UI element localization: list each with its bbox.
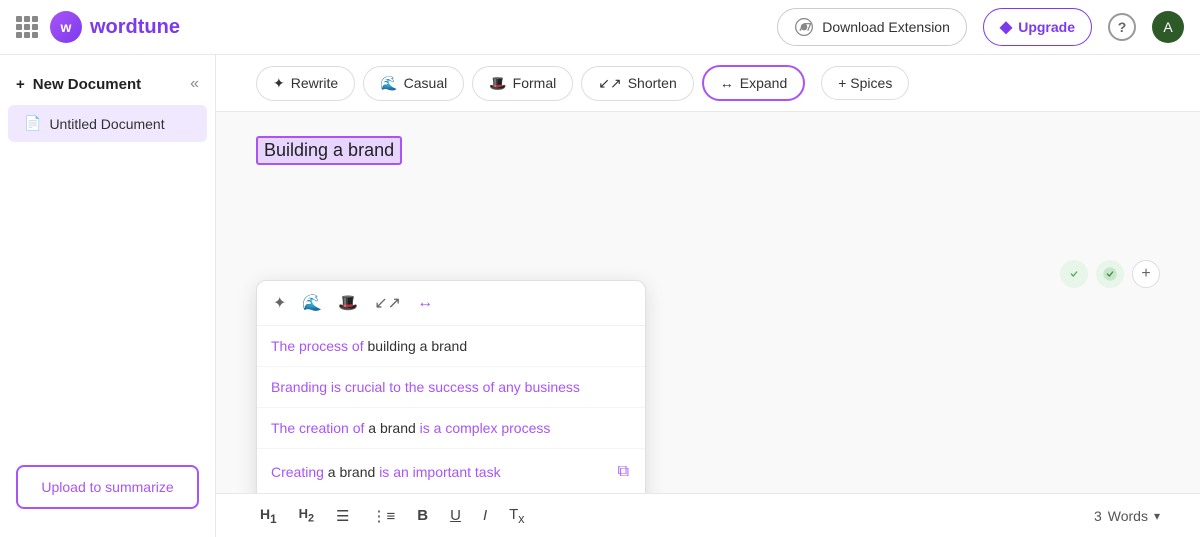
formal-label: Formal [513, 75, 557, 91]
editor-side-icons: + [1060, 260, 1160, 288]
rewrite-icon: ✦ [273, 75, 285, 92]
rewrite-label: Rewrite [291, 75, 338, 91]
chrome-icon [794, 17, 814, 37]
header-left: w wordtune [16, 11, 180, 43]
h1-button[interactable]: H1 [256, 504, 281, 528]
italic-button[interactable]: I [479, 505, 491, 526]
formal-button[interactable]: 🎩 Formal [472, 66, 573, 101]
shorten-icon: ↙↗ [598, 75, 621, 92]
copy-button[interactable]: ⧉ [616, 461, 631, 483]
suggestion-item-1[interactable]: The process of building a brand [257, 326, 645, 367]
sidebar-bottom: Upload to summarize [0, 449, 215, 525]
editor-toolbar: ✦ Rewrite 🌊 Casual 🎩 Formal ↙↗ Shorten ↔… [216, 55, 1200, 112]
sidebar-header: + New Document « [0, 67, 215, 105]
grammarly-icon[interactable] [1060, 260, 1088, 288]
collapse-sidebar-button[interactable]: « [190, 75, 199, 93]
expand-label: Expand [740, 75, 787, 91]
popup-casual-btn[interactable]: 🌊 [300, 291, 324, 315]
word-count-area[interactable]: 3 Words ▾ [1094, 508, 1160, 524]
header-right: Download Extension ◆ Upgrade ? A [777, 8, 1184, 46]
h2-button[interactable]: H2 [295, 504, 318, 527]
diamond-icon: ◆ [1000, 17, 1012, 37]
popup-formal-btn[interactable]: 🎩 [336, 291, 360, 315]
plus-icon: + [16, 76, 25, 93]
suggestion-item-2[interactable]: Branding is crucial to the success of an… [257, 367, 645, 408]
selected-text[interactable]: Building a brand [256, 136, 402, 165]
popup-toolbar: ✦ 🌊 🎩 ↙↗ ↔ [257, 281, 645, 326]
add-icon-button[interactable]: + [1132, 260, 1160, 288]
spices-button[interactable]: + Spices [821, 66, 909, 100]
suggestion-text-2: Branding is crucial to the success of an… [271, 379, 580, 395]
shorten-button[interactable]: ↙↗ Shorten [581, 66, 694, 101]
document-icon: 📄 [24, 115, 41, 132]
sidebar: + New Document « 📄 Untitled Document Upl… [0, 55, 216, 537]
suggestion-item-4[interactable]: Creating a brand is an important task ⧉ [257, 449, 645, 493]
new-document-button[interactable]: + New Document [16, 76, 141, 93]
clear-format-button[interactable]: Tx [505, 504, 528, 528]
download-ext-label: Download Extension [822, 19, 950, 35]
casual-icon: 🌊 [380, 75, 397, 92]
avatar[interactable]: A [1152, 11, 1184, 43]
editor-content[interactable]: Building a brand + [216, 112, 1200, 493]
help-label: ? [1118, 19, 1127, 35]
formal-icon: 🎩 [489, 75, 506, 92]
suggestion-text-1: The process of building a brand [271, 338, 467, 354]
expand-button[interactable]: ↔ Expand [702, 65, 805, 101]
collapse-label: « [190, 75, 199, 92]
upload-to-summarize-button[interactable]: Upload to summarize [16, 465, 199, 509]
spices-label: + Spices [838, 75, 892, 91]
suggestion-item-3[interactable]: The creation of a brand is a complex pro… [257, 408, 645, 449]
expand-icon: ↔ [720, 75, 734, 91]
grid-icon[interactable] [16, 16, 38, 38]
upgrade-button[interactable]: ◆ Upgrade [983, 8, 1092, 46]
bullet-list-button[interactable]: ☰ [332, 505, 353, 527]
logo-icon: w [50, 11, 82, 43]
popup-expand-btn[interactable]: ↔ [415, 292, 435, 314]
format-tools: H1 H2 ☰ ⋮≡ B U I Tx [256, 504, 529, 528]
logo-text: wordtune [90, 16, 180, 39]
casual-button[interactable]: 🌊 Casual [363, 66, 464, 101]
shorten-label: Shorten [628, 75, 677, 91]
underline-button[interactable]: U [446, 505, 465, 526]
upgrade-label: Upgrade [1018, 19, 1075, 35]
rewrite-button[interactable]: ✦ Rewrite [256, 66, 355, 101]
sidebar-item-untitled[interactable]: 📄 Untitled Document [8, 105, 207, 142]
suggestion-text-3: The creation of a brand is a complex pro… [271, 420, 550, 436]
chevron-down-icon: ▾ [1154, 509, 1160, 523]
green-circle-icon[interactable] [1096, 260, 1124, 288]
popup-rewrite-btn[interactable]: ✦ [271, 291, 288, 315]
suggestions-popup: ✦ 🌊 🎩 ↙↗ ↔ The process of building a bra… [256, 280, 646, 493]
main-layout: + New Document « 📄 Untitled Document Upl… [0, 55, 1200, 537]
bottom-toolbar: H1 H2 ☰ ⋮≡ B U I Tx 3 Words ▾ [216, 493, 1200, 537]
download-extension-button[interactable]: Download Extension [777, 8, 967, 46]
suggestion-text-4: Creating a brand is an important task [271, 464, 501, 480]
upload-label: Upload to summarize [41, 479, 173, 495]
editor-area: ✦ Rewrite 🌊 Casual 🎩 Formal ↙↗ Shorten ↔… [216, 55, 1200, 537]
word-count-number: 3 [1094, 508, 1102, 524]
new-doc-label: New Document [33, 76, 141, 93]
help-button[interactable]: ? [1108, 13, 1136, 41]
header: w wordtune Download Extension ◆ Upgrade … [0, 0, 1200, 55]
doc-item-label: Untitled Document [49, 116, 164, 132]
casual-label: Casual [404, 75, 448, 91]
words-label: Words [1108, 508, 1148, 524]
popup-shorten-btn[interactable]: ↙↗ [372, 291, 403, 315]
ordered-list-button[interactable]: ⋮≡ [367, 505, 399, 527]
bold-button[interactable]: B [413, 505, 432, 526]
